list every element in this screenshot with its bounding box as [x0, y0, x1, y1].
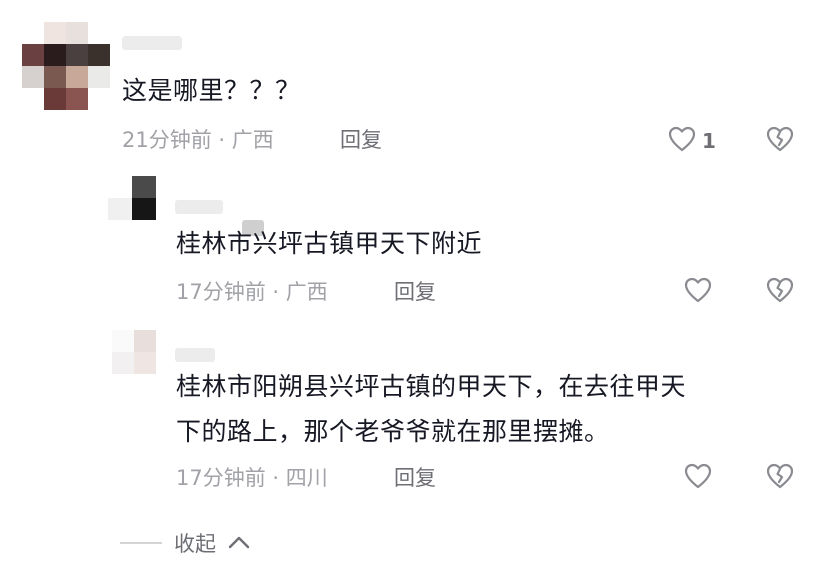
reply-button[interactable]: 回复	[340, 125, 382, 155]
collapse-label: 收起	[174, 532, 216, 556]
broken-heart-icon	[766, 277, 794, 307]
avatar[interactable]	[22, 22, 110, 110]
reply-location: 四川	[285, 466, 328, 490]
dislike-button[interactable]	[766, 463, 794, 493]
chevron-up-icon	[228, 534, 250, 553]
reply-text: 桂林市阳朔县兴坪古镇的甲天下，在去往甲天 下的路上，那个老爷爷就在那里摆摊。	[176, 372, 687, 446]
reply-button[interactable]: 回复	[394, 463, 436, 493]
avatar[interactable]	[108, 176, 156, 220]
reply-meta: 17分钟前 · 广西 回复	[176, 277, 476, 307]
like-button[interactable]	[684, 463, 712, 493]
heart-outline-icon	[684, 277, 712, 307]
broken-heart-icon	[766, 463, 794, 493]
heart-outline-icon	[684, 463, 712, 493]
username[interactable]	[175, 200, 223, 214]
comment-text: 这是哪里？？？	[122, 76, 301, 105]
meta-separator: ·	[272, 466, 280, 490]
collapse-replies-button[interactable]: 收起	[120, 528, 250, 558]
reply-button[interactable]: 回复	[394, 277, 436, 307]
meta-separator: ·	[218, 128, 226, 152]
dislike-button[interactable]	[766, 277, 794, 307]
reply-meta: 17分钟前 · 四川 回复	[176, 463, 476, 493]
like-button[interactable]	[684, 277, 712, 307]
reply-time: 17分钟前	[176, 280, 266, 304]
reply-text: 桂林市兴坪古镇甲天下附近	[176, 229, 483, 258]
comment-meta: 21分钟前 · 广西 回复	[122, 125, 442, 155]
broken-heart-icon	[766, 126, 794, 156]
heart-outline-icon	[668, 126, 696, 156]
dislike-button[interactable]	[766, 126, 794, 156]
like-button[interactable]: 1	[668, 126, 716, 156]
reply-time: 17分钟前	[176, 466, 266, 490]
comment-location: 广西	[231, 128, 274, 152]
comment-time: 21分钟前	[122, 128, 212, 152]
divider	[120, 542, 162, 544]
reply-location: 广西	[285, 280, 328, 304]
username[interactable]	[122, 36, 182, 50]
avatar[interactable]	[112, 330, 156, 374]
meta-separator: ·	[272, 280, 280, 304]
comment-thread: 这是哪里？？？ 21分钟前 · 广西 回复 1 桂林市兴坪古镇甲天下附近 17分…	[0, 0, 828, 575]
username[interactable]	[175, 348, 215, 362]
like-count: 1	[702, 129, 716, 153]
